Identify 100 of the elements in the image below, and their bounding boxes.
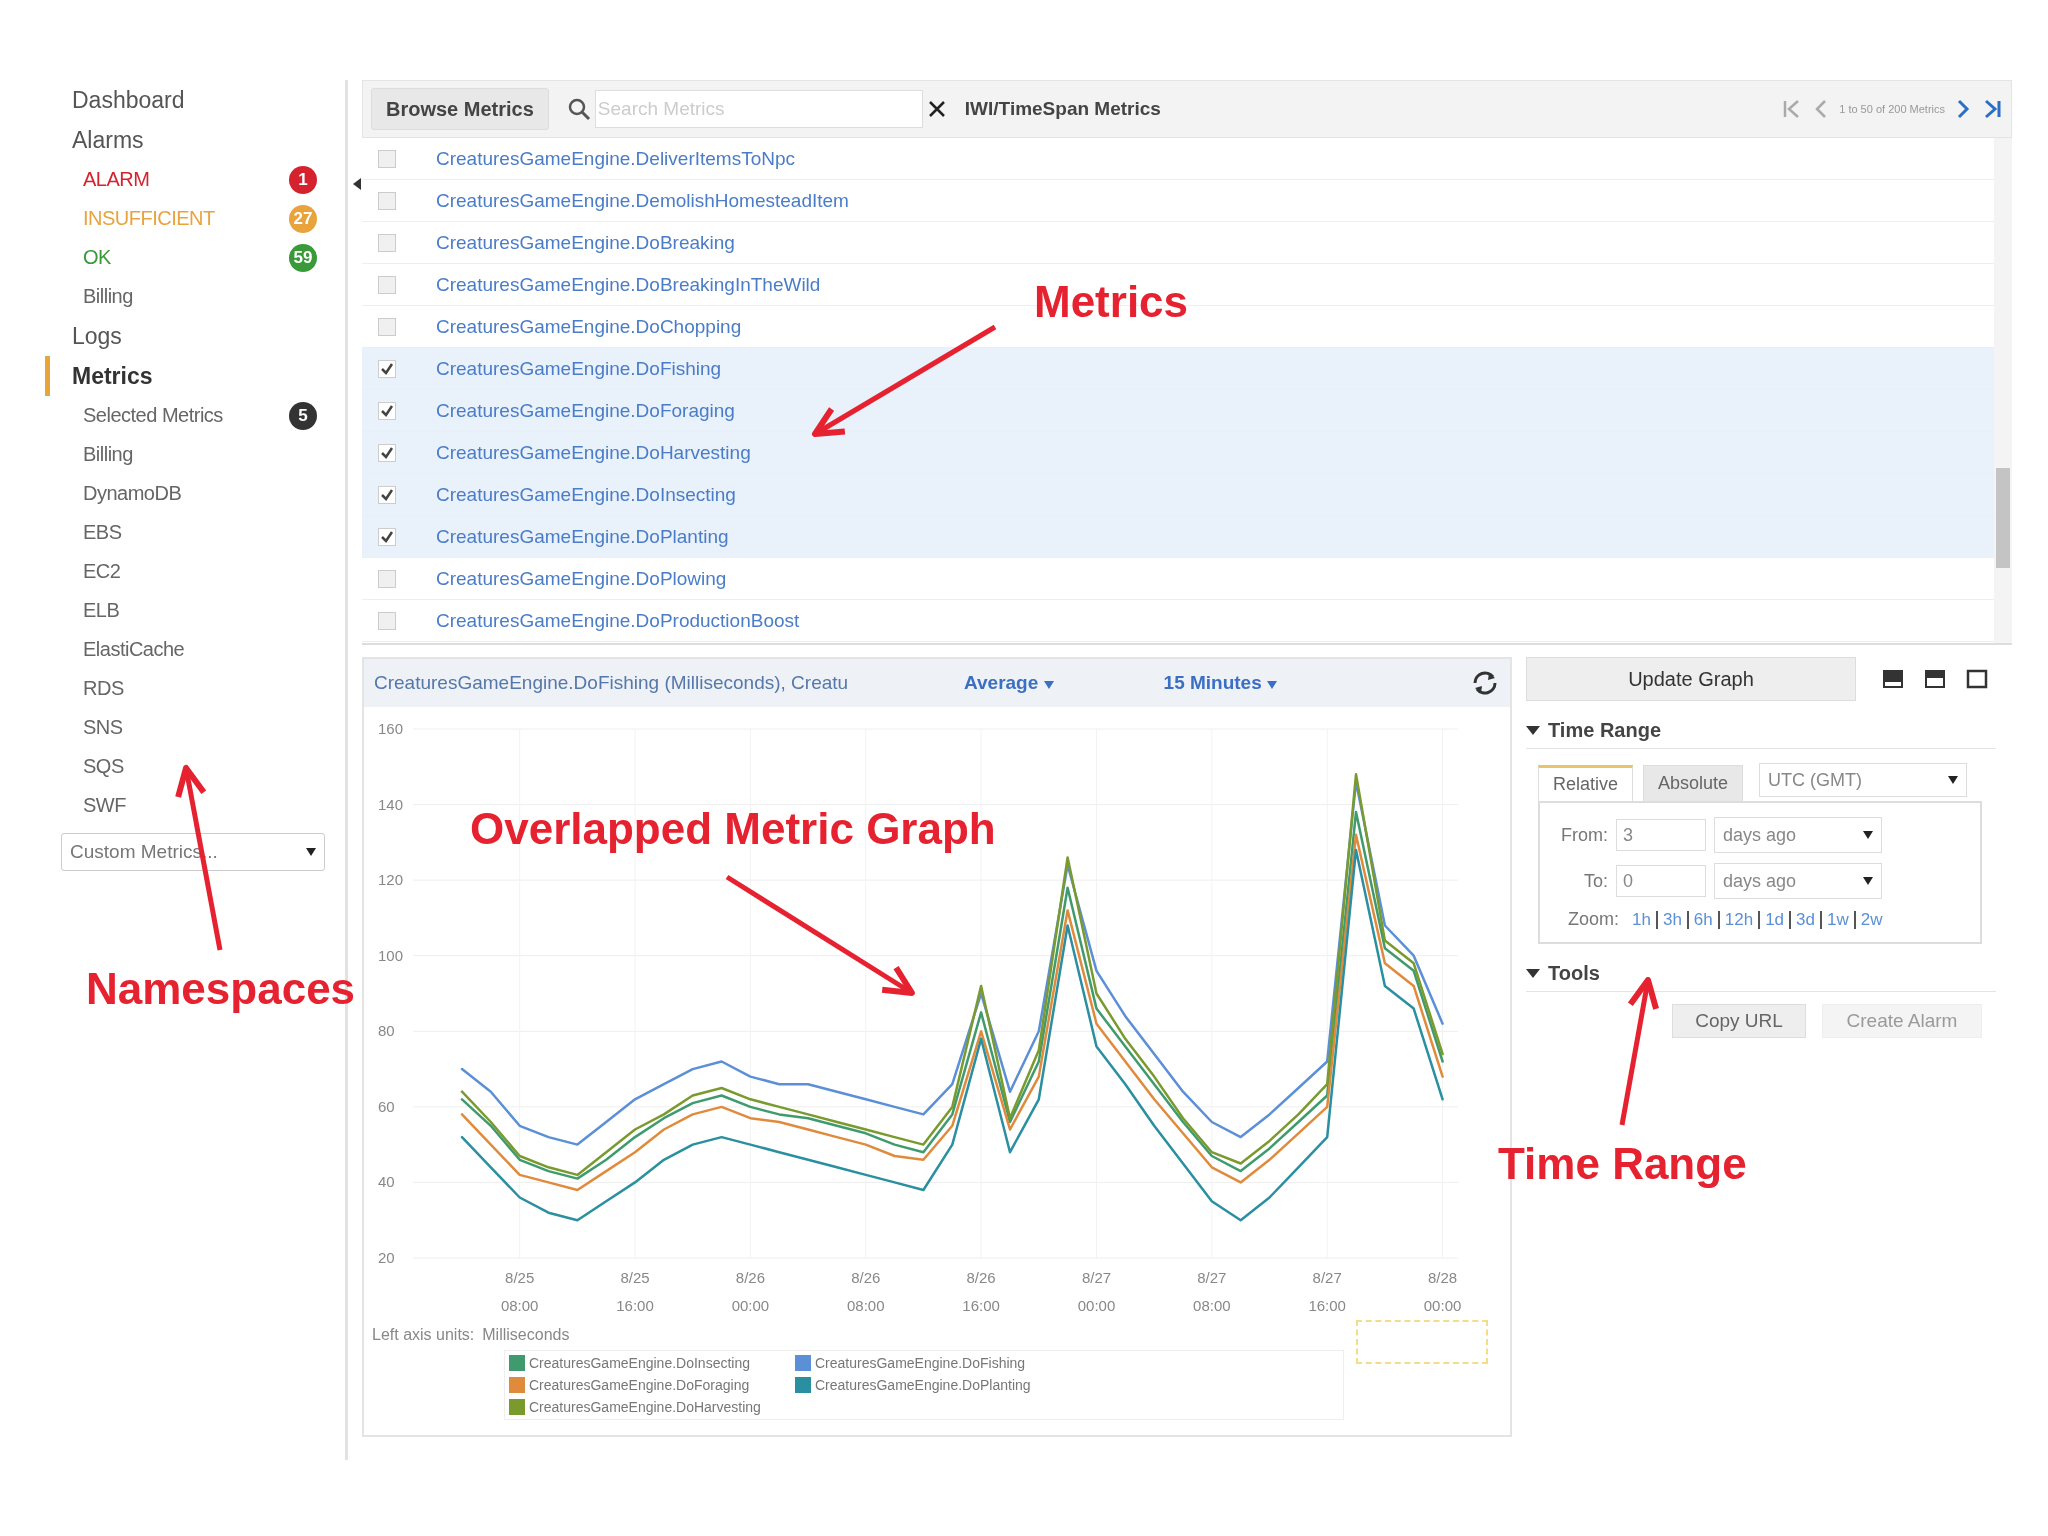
graph-title: CreaturesGameEngine.DoFishing (Milliseconds), Creatu bbox=[374, 672, 850, 694]
x-tick-label: 8/27 16:00 bbox=[1308, 1269, 1346, 1314]
nav-item[interactable]: Billing bbox=[83, 443, 133, 466]
metric-link[interactable]: CreaturesGameEngine.DoBreakingInTheWild bbox=[436, 273, 821, 296]
statistic-dropdown[interactable]: Average bbox=[964, 672, 1054, 694]
count-badge: 59 bbox=[289, 243, 317, 272]
checkbox[interactable] bbox=[378, 401, 396, 420]
metric-link[interactable]: CreaturesGameEngine.DoBreaking bbox=[436, 231, 735, 254]
update-graph-button[interactable]: Update Graph bbox=[1526, 657, 1856, 701]
nav-item[interactable]: INSUFFICIENT bbox=[83, 207, 215, 230]
y-tick-label: 20 bbox=[378, 1249, 395, 1266]
nav-item[interactable]: EC2 bbox=[83, 560, 121, 583]
zoom-label: Zoom: bbox=[1568, 909, 1619, 930]
next-page-icon[interactable] bbox=[1955, 98, 1971, 120]
metric-link[interactable]: CreaturesGameEngine.DoForaging bbox=[436, 399, 735, 422]
timezone-dropdown[interactable]: UTC (GMT) bbox=[1759, 763, 1968, 797]
legend-label: CreaturesGameEngine.DoForaging bbox=[529, 1377, 750, 1393]
nav-item[interactable]: SWF bbox=[83, 794, 126, 817]
checkbox[interactable] bbox=[378, 275, 396, 294]
checkbox[interactable] bbox=[378, 485, 396, 504]
legend-label: CreaturesGameEngine.DoHarvesting bbox=[529, 1399, 761, 1415]
zoom-link[interactable]: 3d bbox=[1791, 909, 1820, 930]
metric-link[interactable]: CreaturesGameEngine.DoInsecting bbox=[436, 483, 736, 506]
axis-units: Milliseconds bbox=[482, 1326, 570, 1344]
nav-item[interactable]: Logs bbox=[45, 316, 122, 356]
unit-dropdown[interactable]: days ago bbox=[1714, 817, 1882, 853]
caret-icon bbox=[1043, 681, 1054, 689]
zoom-link[interactable]: 2w bbox=[1855, 909, 1888, 930]
y-tick-label: 80 bbox=[378, 1022, 395, 1040]
checkbox[interactable] bbox=[378, 317, 396, 336]
checkbox[interactable] bbox=[378, 149, 396, 168]
browse-metrics-button[interactable]: Browse Metrics bbox=[371, 88, 549, 130]
metric-link[interactable]: CreaturesGameEngine.DoPlowing bbox=[436, 567, 727, 590]
nav-item[interactable]: SNS bbox=[83, 716, 123, 739]
nav-item[interactable]: Billing bbox=[83, 285, 133, 308]
unit-dropdown[interactable]: days ago bbox=[1714, 863, 1882, 899]
nav-item[interactable]: Dashboard bbox=[45, 80, 185, 120]
count-badge: 27 bbox=[289, 204, 317, 233]
zoom-link[interactable]: 3h bbox=[1657, 909, 1687, 930]
input-field[interactable]: 3 bbox=[1616, 819, 1706, 851]
scrollbar[interactable] bbox=[1994, 138, 2012, 643]
nav-item[interactable]: ELB bbox=[83, 599, 120, 622]
checkbox[interactable] bbox=[378, 233, 396, 252]
zoom-link[interactable]: 1d bbox=[1760, 909, 1790, 930]
caret-icon bbox=[1948, 776, 1959, 784]
x-tick-label: 8/28 00:00 bbox=[1423, 1269, 1462, 1314]
metric-link[interactable]: CreaturesGameEngine.DoFishing bbox=[436, 357, 722, 380]
legend-swatch bbox=[795, 1377, 811, 1393]
nav-item[interactable]: ALARM bbox=[83, 168, 150, 191]
metric-link[interactable]: CreaturesGameEngine.DemolishHomesteadItem bbox=[436, 189, 849, 212]
checkbox[interactable] bbox=[378, 527, 396, 546]
metric-link[interactable]: CreaturesGameEngine.DoProductionBoost bbox=[436, 609, 800, 632]
layout-icon[interactable] bbox=[1882, 669, 1904, 689]
zoom-link[interactable]: 6h bbox=[1688, 909, 1718, 930]
axis-units-label: Left axis units: bbox=[372, 1326, 475, 1344]
tab[interactable]: Absolute bbox=[1643, 765, 1744, 801]
nav-item[interactable]: SQS bbox=[83, 755, 124, 778]
period-dropdown[interactable]: 15 Minutes bbox=[1163, 672, 1278, 694]
checkbox[interactable] bbox=[378, 359, 396, 378]
close-icon[interactable] bbox=[926, 99, 947, 119]
checkbox[interactable] bbox=[378, 191, 396, 210]
nav-item[interactable]: OK bbox=[83, 246, 111, 269]
collapse-triangle-icon[interactable] bbox=[1526, 968, 1540, 979]
y-tick-label: 120 bbox=[378, 871, 404, 889]
y-tick-label: 160 bbox=[378, 720, 404, 737]
nav-item[interactable]: ElastiCache bbox=[83, 638, 185, 661]
input-field[interactable]: 0 bbox=[1616, 865, 1706, 897]
checkbox[interactable] bbox=[378, 569, 396, 588]
tab[interactable]: Relative bbox=[1538, 765, 1634, 801]
nav-item[interactable]: RDS bbox=[83, 677, 124, 700]
x-tick-label: 8/26 00:00 bbox=[731, 1269, 770, 1314]
layout-icon[interactable] bbox=[1966, 669, 1988, 689]
legend-swatch bbox=[509, 1355, 525, 1371]
x-tick-label: 8/26 08:00 bbox=[847, 1269, 885, 1314]
tool-button[interactable]: Copy URL bbox=[1672, 1004, 1806, 1038]
zoom-link[interactable]: 1w bbox=[1822, 909, 1854, 930]
checkbox[interactable] bbox=[378, 443, 396, 462]
legend-label: CreaturesGameEngine.DoFishing bbox=[815, 1355, 1026, 1371]
checkbox[interactable] bbox=[378, 611, 396, 630]
annotation-label: Metrics bbox=[1034, 278, 1189, 327]
zoom-link[interactable]: 12h bbox=[1719, 909, 1759, 930]
metric-link[interactable]: CreaturesGameEngine.DoChopping bbox=[436, 315, 742, 338]
metric-link[interactable]: CreaturesGameEngine.DoPlanting bbox=[436, 525, 729, 548]
count-badge: 1 bbox=[289, 165, 317, 194]
nav-item[interactable]: DynamoDB bbox=[83, 482, 182, 505]
caret-icon bbox=[1863, 831, 1873, 839]
field-label: From: bbox=[1560, 824, 1608, 846]
zoom-link[interactable]: 1h bbox=[1627, 909, 1656, 930]
nav-item[interactable]: EBS bbox=[83, 521, 122, 544]
nav-item[interactable]: Metrics bbox=[45, 356, 153, 396]
collapse-icon[interactable] bbox=[351, 176, 363, 192]
y-tick-label: 60 bbox=[378, 1097, 395, 1115]
y-tick-label: 100 bbox=[378, 946, 404, 964]
collapse-triangle-icon[interactable] bbox=[1526, 725, 1540, 736]
nav-item[interactable]: Alarms bbox=[45, 120, 144, 160]
layout-icon[interactable] bbox=[1924, 669, 1946, 689]
metric-link[interactable]: CreaturesGameEngine.DeliverItemsToNpc bbox=[436, 147, 796, 170]
legend-swatch bbox=[795, 1355, 811, 1371]
metric-link[interactable]: CreaturesGameEngine.DoHarvesting bbox=[436, 441, 751, 464]
nav-item[interactable]: Selected Metrics bbox=[83, 404, 223, 427]
